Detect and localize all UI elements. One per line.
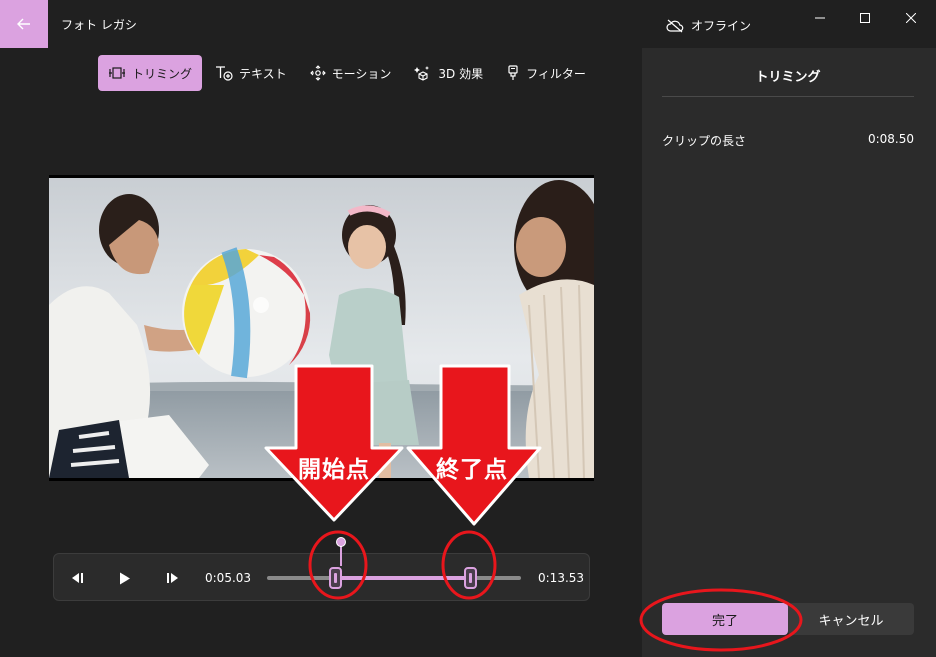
offline-status[interactable]: オフライン: [666, 17, 751, 34]
tab-text-label: テキスト: [239, 66, 287, 81]
play-button[interactable]: [114, 567, 136, 589]
minimize-icon: [815, 17, 825, 19]
done-button[interactable]: 完了: [662, 603, 788, 635]
3d-effects-icon: [414, 66, 430, 81]
previous-frame-button[interactable]: [66, 567, 88, 589]
next-frame-icon: [167, 573, 178, 583]
motion-icon: [309, 65, 326, 81]
video-preview[interactable]: [49, 175, 594, 481]
tab-filter-label: フィルター: [526, 66, 586, 81]
editing-toolbar: トリミング テキスト モーション 3D 効果 フィルター: [98, 55, 599, 91]
next-frame-button[interactable]: [162, 567, 184, 589]
tab-trim-label: トリミング: [132, 66, 193, 81]
clip-length-label: クリップの長さ: [662, 134, 747, 148]
end-time: 0:13.53: [538, 571, 585, 585]
trim-end-handle[interactable]: [464, 567, 477, 589]
title-bar: フォト レガシ オフライン: [0, 0, 936, 48]
trim-icon: [109, 67, 125, 79]
app-title: フォト レガシ: [61, 18, 137, 32]
video-frame-image: [49, 175, 594, 481]
panel-divider: [662, 96, 914, 97]
tab-text[interactable]: テキスト: [205, 55, 297, 91]
previous-frame-icon: [72, 573, 83, 583]
offline-label: オフライン: [691, 19, 752, 33]
back-arrow-icon: [17, 18, 30, 30]
tab-filter[interactable]: フィルター: [496, 55, 596, 91]
filter-icon: [508, 65, 518, 80]
start-time: 0:05.03: [205, 571, 252, 585]
timeline-selected-range: [336, 576, 472, 580]
panel-title: トリミング: [755, 70, 821, 85]
maximize-icon: [860, 13, 870, 23]
tab-motion[interactable]: モーション: [300, 55, 402, 91]
close-window-button[interactable]: [899, 8, 923, 28]
trim-start-handle[interactable]: [329, 567, 342, 589]
cloud-offline-icon: [666, 19, 684, 32]
text-icon: [216, 66, 233, 81]
maximize-button[interactable]: [853, 8, 877, 28]
tab-3d-effects-label: 3D 効果: [438, 66, 484, 81]
playback-bar: 0:05.03 0:13.53: [53, 537, 590, 601]
playhead[interactable]: [336, 537, 346, 547]
minimize-button[interactable]: [808, 8, 832, 28]
tab-trim[interactable]: トリミング: [98, 55, 203, 91]
clip-length-value: 0:08.50: [867, 132, 914, 146]
close-icon: [906, 13, 916, 23]
play-icon: [120, 572, 130, 584]
trim-panel: トリミング クリップの長さ 0:08.50 完了 キャンセル: [642, 48, 936, 657]
back-button[interactable]: [0, 0, 48, 48]
cancel-button[interactable]: キャンセル: [788, 603, 914, 635]
tab-3d-effects[interactable]: 3D 効果: [404, 55, 493, 91]
tab-motion-label: モーション: [331, 66, 392, 81]
